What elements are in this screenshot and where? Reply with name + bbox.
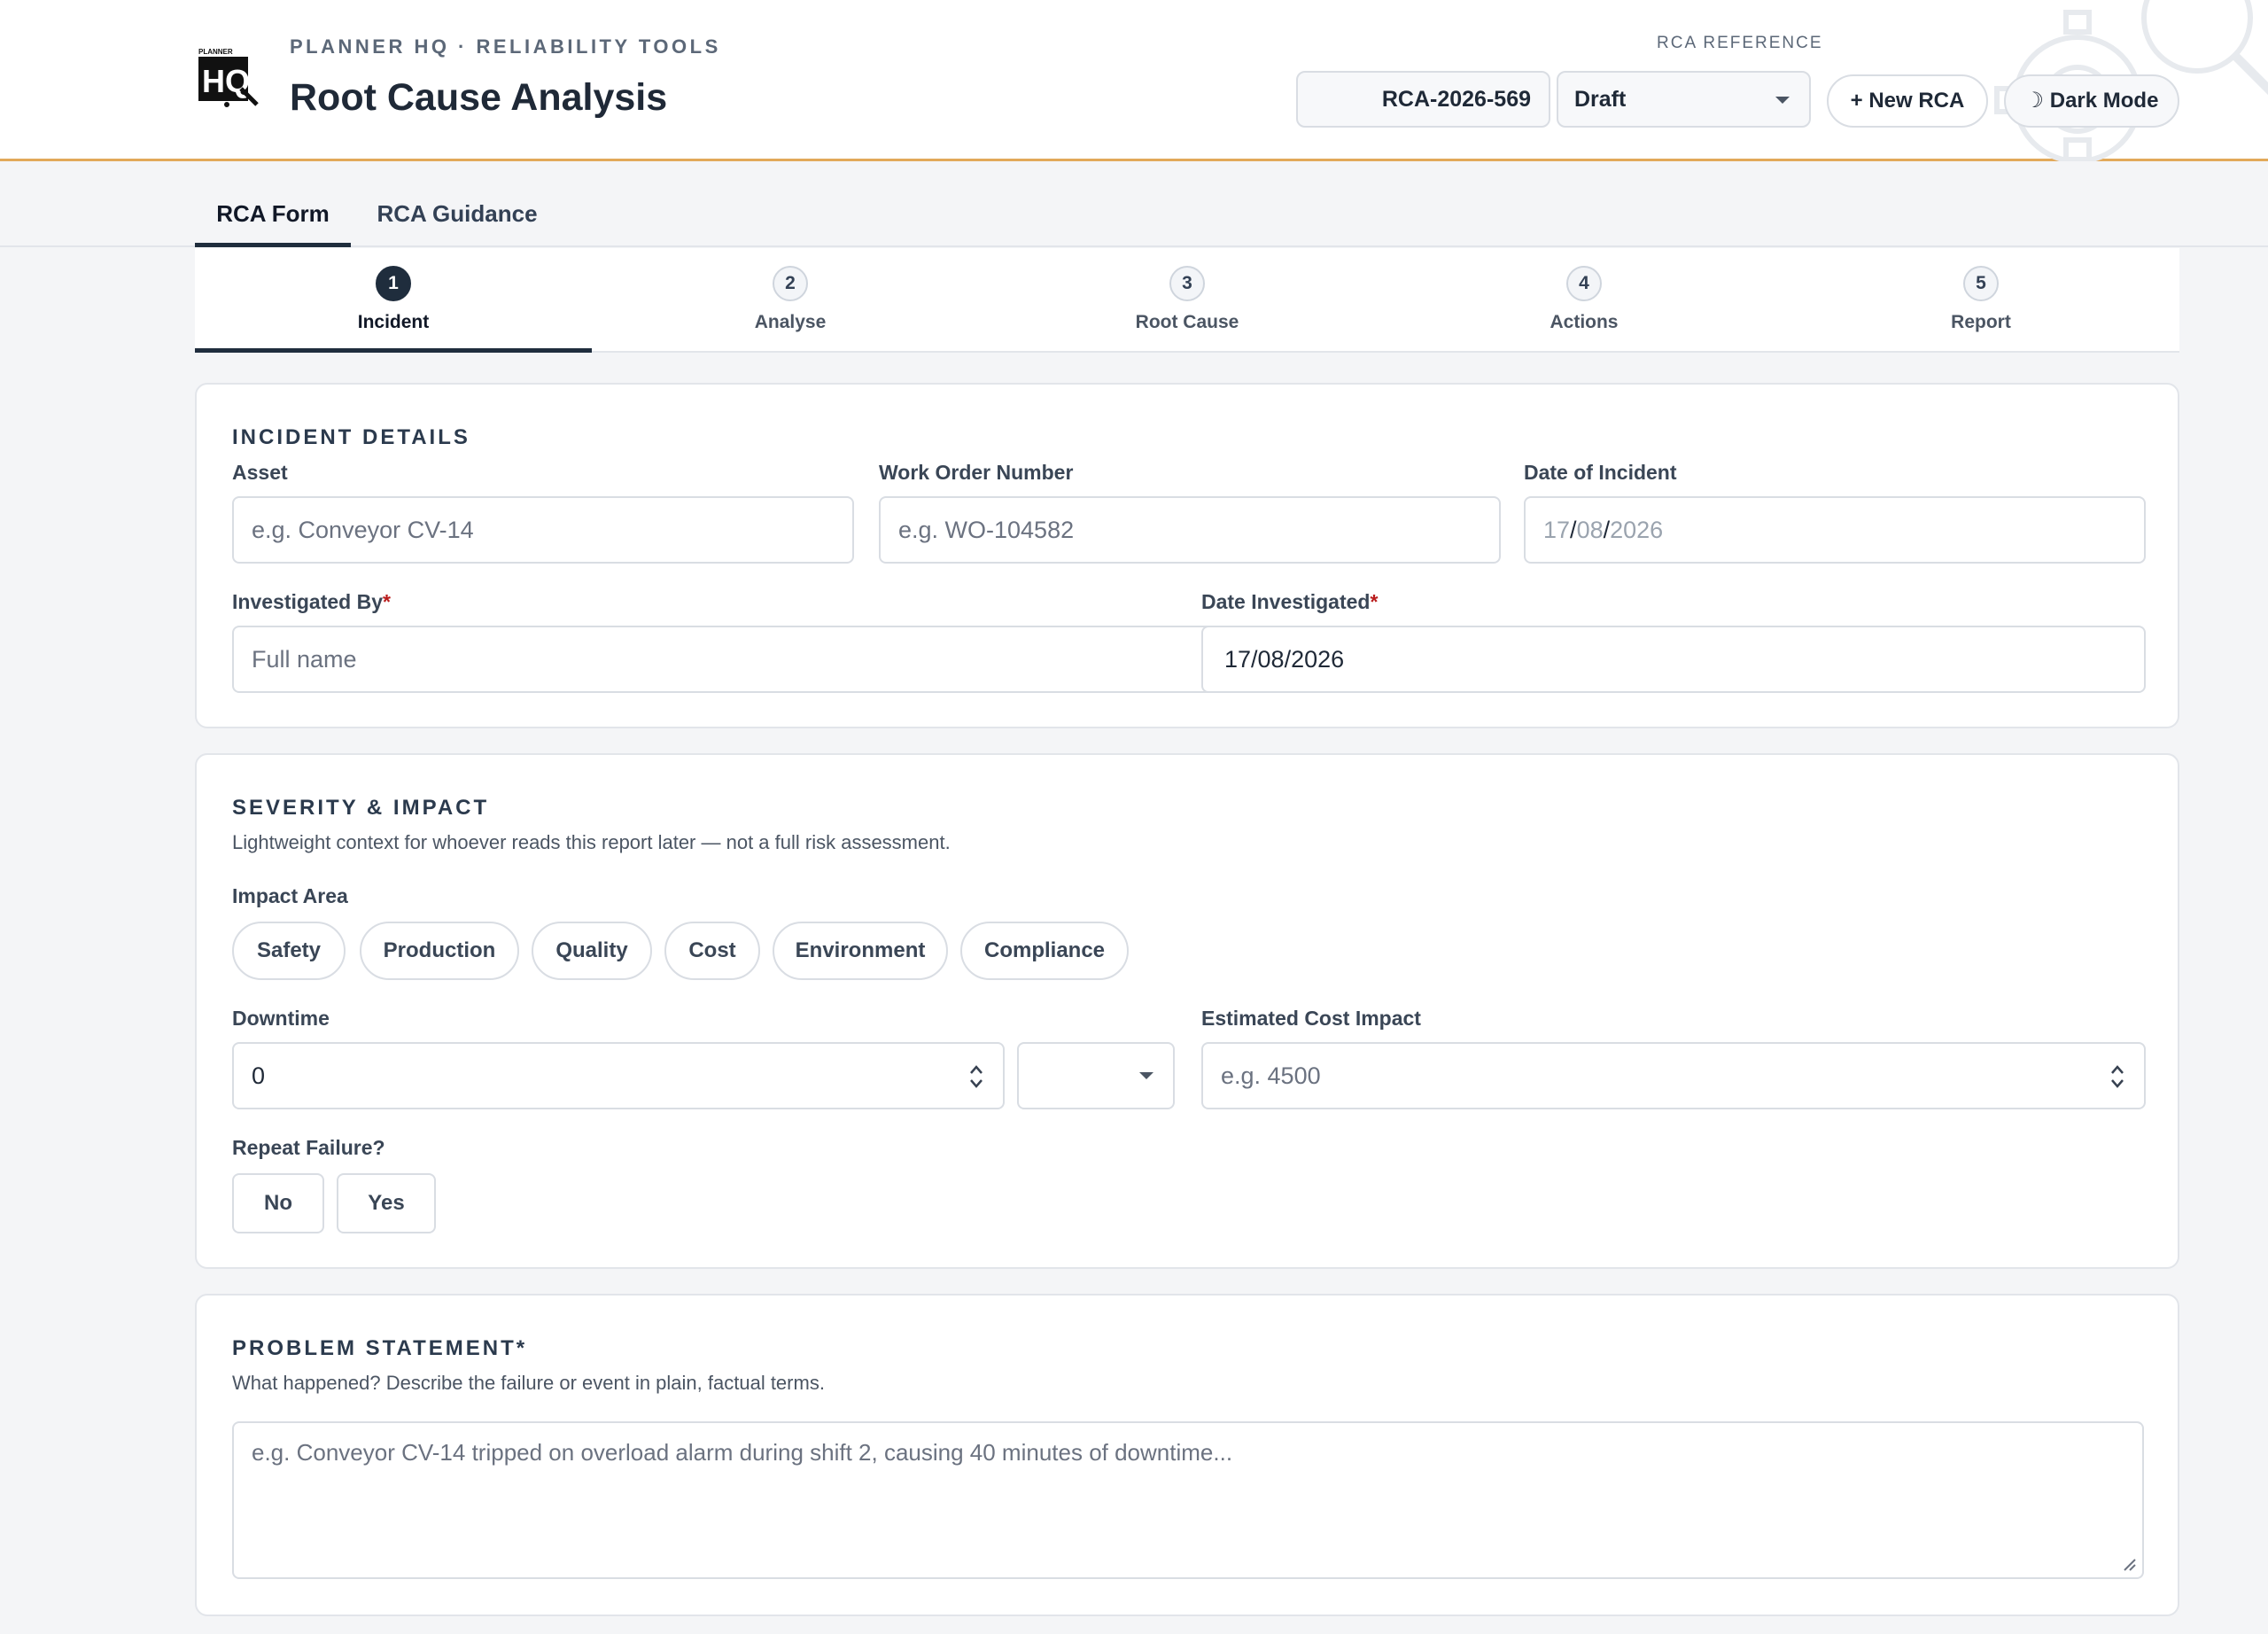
- section-title: PROBLEM STATEMENT*: [232, 1336, 528, 1360]
- cost-impact-input[interactable]: e.g. 4500: [1201, 1042, 2146, 1109]
- downtime-unit-select[interactable]: [1017, 1042, 1175, 1109]
- section-title: INCIDENT DETAILS: [232, 425, 470, 449]
- step-root-cause[interactable]: 3 Root Cause: [989, 248, 1386, 353]
- main-tabs: RCA Form RCA Guidance: [0, 164, 2268, 247]
- page-title: Root Cause Analysis: [290, 76, 668, 119]
- number-spinner-icon: [2111, 1065, 2124, 1088]
- cost-impact-label: Estimated Cost Impact: [1201, 1007, 1421, 1030]
- severity-impact-card: SEVERITY & IMPACT Lightweight context fo…: [195, 753, 2179, 1269]
- date-year: 2026: [1610, 517, 1664, 543]
- step-label: Incident: [357, 312, 430, 332]
- impact-cost-chip[interactable]: Cost: [664, 922, 760, 980]
- repeat-yes-button[interactable]: Yes: [337, 1173, 436, 1233]
- date-investigated-label: Date Investigated*: [1201, 590, 1379, 613]
- impact-environment-chip[interactable]: Environment: [773, 922, 948, 980]
- app-header: PLANNER HQ PLANNER HQ · RELIABILITY TOOL…: [0, 0, 2268, 161]
- dark-mode-button[interactable]: ☽ Dark Mode: [2004, 74, 2179, 128]
- step-number: 1: [376, 266, 411, 301]
- rca-reference-field[interactable]: RCA-2026-569: [1296, 71, 1550, 128]
- step-label: Root Cause: [1135, 312, 1239, 332]
- step-incident[interactable]: 1 Incident: [195, 248, 592, 353]
- tab-rca-form[interactable]: RCA Form: [195, 164, 351, 247]
- date-day: 17: [1543, 517, 1571, 543]
- impact-compliance-chip[interactable]: Compliance: [960, 922, 1129, 980]
- svg-text:PLANNER: PLANNER: [198, 48, 233, 56]
- step-number: 5: [1963, 266, 1999, 301]
- step-progress: 1 Incident 2 Analyse 3 Root Cause 4 Acti…: [195, 248, 2179, 353]
- chevron-down-icon: [1139, 1072, 1153, 1079]
- section-description: What happened? Describe the failure or e…: [232, 1372, 825, 1394]
- repeat-no-button[interactable]: No: [232, 1173, 324, 1233]
- problem-statement-placeholder: e.g. Conveyor CV-14 tripped on overload …: [252, 1439, 1233, 1466]
- impact-quality-chip[interactable]: Quality: [532, 922, 652, 980]
- number-spinner-icon: [970, 1065, 983, 1088]
- asset-input[interactable]: e.g. Conveyor CV-14: [232, 496, 854, 564]
- step-number: 3: [1169, 266, 1205, 301]
- planner-hq-logo: PLANNER HQ: [198, 48, 259, 107]
- problem-statement-card: PROBLEM STATEMENT* What happened? Descri…: [195, 1294, 2179, 1616]
- status-select-value: Draft: [1574, 87, 1627, 112]
- section-title: SEVERITY & IMPACT: [232, 796, 490, 820]
- problem-statement-textarea[interactable]: e.g. Conveyor CV-14 tripped on overload …: [232, 1421, 2144, 1579]
- repeat-failure-label: Repeat Failure?: [232, 1136, 385, 1159]
- impact-area-label: Impact Area: [232, 884, 348, 907]
- step-label: Report: [1951, 312, 2011, 332]
- date-of-incident-label: Date of Incident: [1524, 461, 1677, 484]
- downtime-value: 0: [252, 1062, 266, 1089]
- impact-production-chip[interactable]: Production: [360, 922, 519, 980]
- incident-details-card: INCIDENT DETAILS Asset e.g. Conveyor CV-…: [195, 383, 2179, 728]
- step-actions[interactable]: 4 Actions: [1386, 248, 1783, 353]
- downtime-input[interactable]: 0: [232, 1042, 1005, 1109]
- step-number: 2: [773, 266, 808, 301]
- step-analyse[interactable]: 2 Analyse: [592, 248, 989, 353]
- required-marker: *: [1370, 590, 1379, 613]
- rca-reference-label: RCA REFERENCE: [1657, 34, 1823, 52]
- work-order-label: Work Order Number: [879, 461, 1074, 484]
- step-label: Actions: [1550, 312, 1619, 332]
- date-of-incident-input[interactable]: 17/08/2026: [1524, 496, 2146, 564]
- new-rca-button[interactable]: + New RCA: [1827, 74, 1988, 128]
- work-order-input[interactable]: e.g. WO-104582: [879, 496, 1501, 564]
- tab-rca-guidance[interactable]: RCA Guidance: [354, 164, 560, 247]
- brand-subtitle: PLANNER HQ · RELIABILITY TOOLS: [290, 35, 721, 58]
- asset-label: Asset: [232, 461, 288, 484]
- cost-impact-placeholder: e.g. 4500: [1221, 1062, 1321, 1089]
- chevron-down-icon: [1775, 97, 1790, 104]
- step-report[interactable]: 5 Report: [1783, 248, 2179, 353]
- date-month: 08: [1576, 517, 1604, 543]
- resize-handle-icon[interactable]: [2121, 1556, 2137, 1572]
- investigated-by-label: Investigated By*: [232, 590, 391, 613]
- step-label: Analyse: [754, 312, 827, 332]
- section-description: Lightweight context for whoever reads th…: [232, 831, 951, 853]
- svg-text:HQ: HQ: [202, 63, 250, 99]
- status-select[interactable]: Draft: [1557, 71, 1811, 128]
- date-investigated-input[interactable]: 17/08/2026: [1201, 626, 2146, 693]
- step-number: 4: [1566, 266, 1602, 301]
- required-marker: *: [383, 590, 391, 613]
- impact-safety-chip[interactable]: Safety: [232, 922, 346, 980]
- downtime-label: Downtime: [232, 1007, 330, 1030]
